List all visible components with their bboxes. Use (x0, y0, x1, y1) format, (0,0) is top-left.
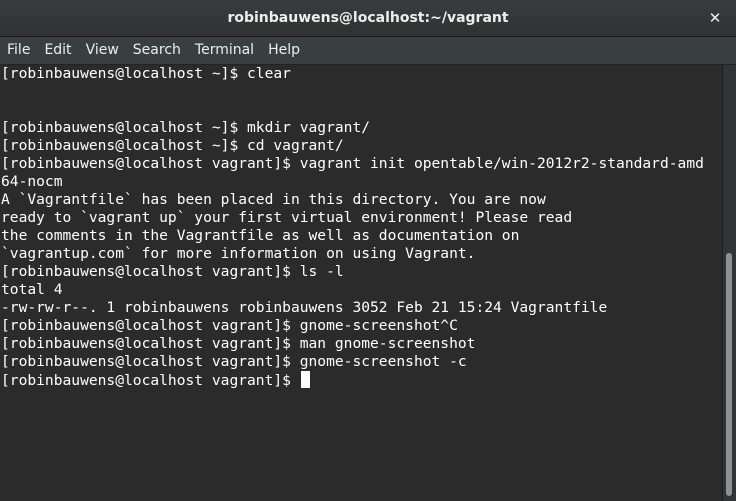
terminal-line: [robinbauwens@localhost vagrant]$ gnome-… (1, 353, 467, 370)
scrollbar-thumb[interactable] (726, 253, 732, 496)
terminal-line: `vagrantup.com` for more information on … (1, 245, 476, 262)
terminal-line: [robinbauwens@localhost vagrant]$ ls -l (1, 263, 344, 280)
menu-edit[interactable]: Edit (37, 37, 78, 65)
terminal-window: robinbauwens@localhost:~/vagrant ✕ File … (0, 0, 736, 501)
shell-prompt: [robinbauwens@localhost vagrant]$ (1, 372, 300, 389)
terminal-line: [robinbauwens@localhost vagrant]$ man gn… (1, 335, 476, 352)
terminal-line: [robinbauwens@localhost vagrant]$ gnome-… (1, 317, 458, 334)
menu-view[interactable]: View (79, 37, 126, 65)
menu-terminal[interactable]: Terminal (188, 37, 261, 65)
window-title: robinbauwens@localhost:~/vagrant (227, 10, 509, 26)
titlebar[interactable]: robinbauwens@localhost:~/vagrant ✕ (0, 0, 736, 37)
menu-help[interactable]: Help (261, 37, 307, 65)
terminal-line: total 4 (1, 281, 63, 298)
terminal-line: [robinbauwens@localhost ~]$ clear (1, 65, 291, 82)
terminal-line: [robinbauwens@localhost ~]$ cd vagrant/ (1, 137, 344, 154)
close-icon[interactable]: ✕ (704, 7, 726, 29)
menubar: File Edit View Search Terminal Help (0, 37, 736, 65)
text-cursor (300, 371, 310, 388)
terminal-line: the comments in the Vagrantfile as well … (1, 227, 520, 244)
terminal-line: A `Vagrantfile` has been placed in this … (1, 191, 546, 208)
terminal-line: -rw-rw-r--. 1 robinbauwens robinbauwens … (1, 299, 608, 316)
terminal-output[interactable]: [robinbauwens@localhost ~]$ clear [robin… (0, 65, 722, 501)
terminal-line: [robinbauwens@localhost vagrant]$ vagran… (1, 155, 704, 172)
scrollbar[interactable] (722, 65, 736, 501)
terminal-line: ready to `vagrant up` your first virtual… (1, 209, 573, 226)
terminal-prompt-line[interactable]: [robinbauwens@localhost vagrant]$ (0, 371, 722, 389)
terminal-line: 64-nocm (1, 173, 63, 190)
terminal-line: [robinbauwens@localhost ~]$ mkdir vagran… (1, 119, 371, 136)
menu-file[interactable]: File (0, 37, 37, 65)
menu-search[interactable]: Search (126, 37, 188, 65)
